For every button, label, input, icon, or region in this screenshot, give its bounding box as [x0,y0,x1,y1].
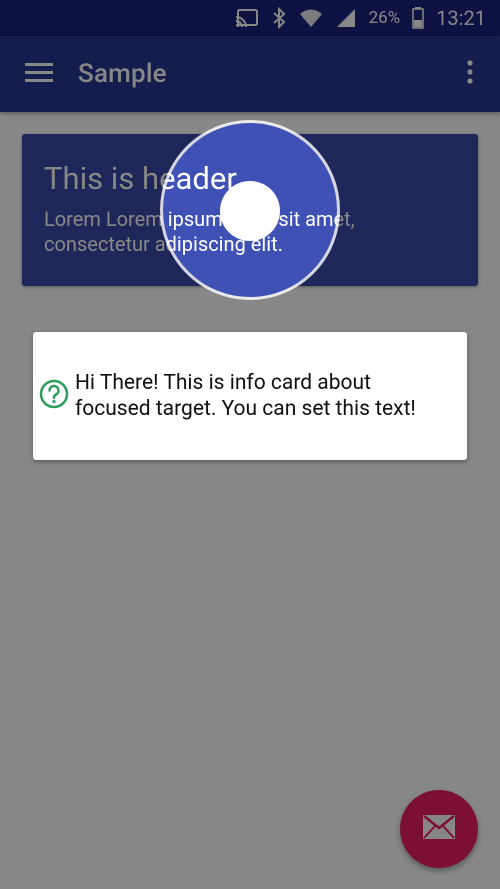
focus-target-dot[interactable] [220,181,280,241]
info-card: Hi There! This is info card about focuse… [33,332,467,460]
info-icon-container [33,332,75,460]
info-card-text: Hi There! This is info card about focuse… [74,370,416,421]
help-circle-icon [39,379,69,413]
